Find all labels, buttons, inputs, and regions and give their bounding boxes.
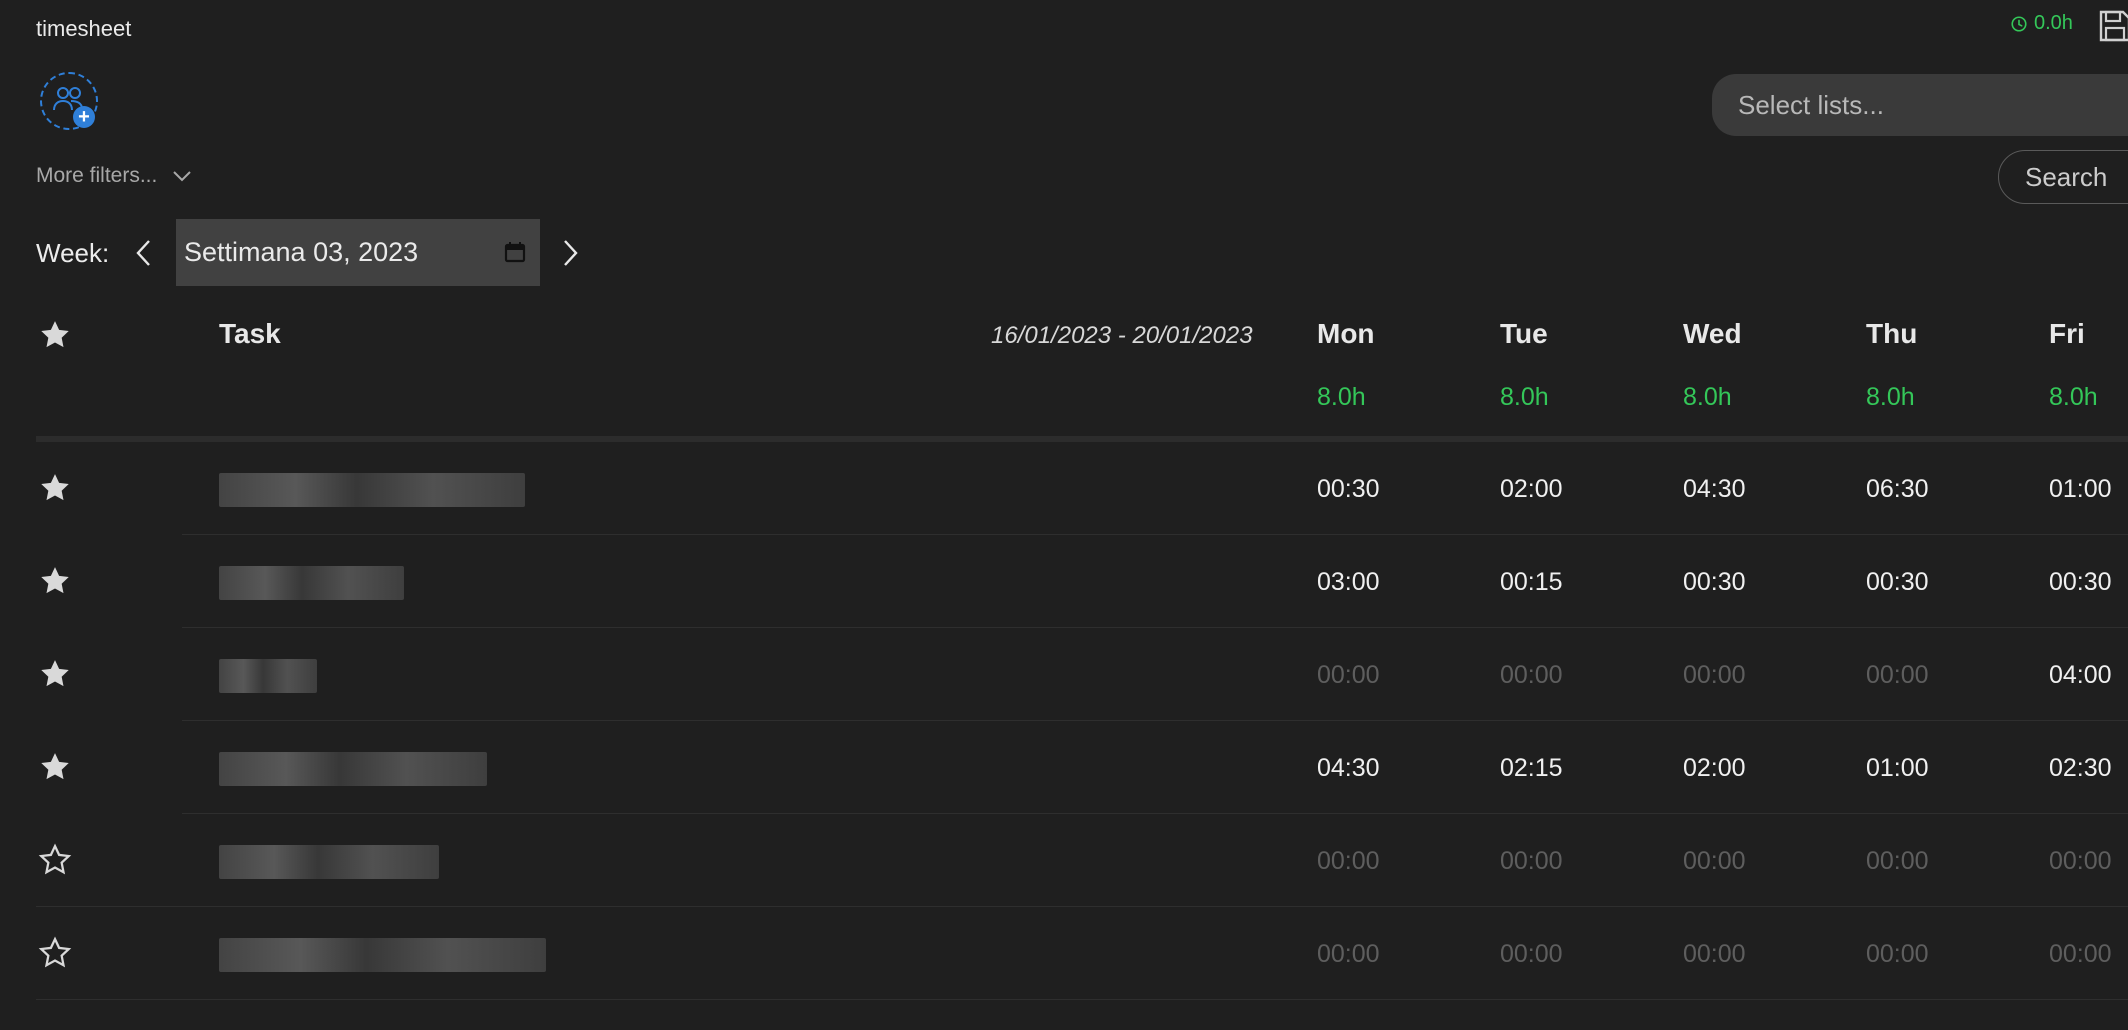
time-cell[interactable]: 00:00 — [2049, 847, 2112, 876]
day-hours-wed: 8.0h — [1683, 383, 1732, 411]
redacted-block — [219, 752, 487, 786]
time-cell[interactable]: 00:30 — [1866, 568, 1929, 597]
time-cell[interactable]: 00:00 — [1317, 940, 1380, 969]
task-name-redacted[interactable] — [219, 938, 546, 972]
day-hours-thu: 8.0h — [1866, 383, 1915, 411]
select-lists-dropdown[interactable] — [1712, 74, 2128, 136]
time-cell[interactable]: 02:30 — [2049, 754, 2112, 783]
day-header-mon: Mon — [1317, 318, 1375, 349]
week-picker-input[interactable]: Settimana 03, 2023 — [176, 219, 540, 286]
day-hours-tue: 8.0h — [1500, 383, 1549, 411]
week-label: Week: — [36, 238, 110, 268]
row-divider — [182, 627, 2128, 628]
time-cell[interactable]: 00:00 — [1866, 940, 1929, 969]
time-cell[interactable]: 00:00 — [2049, 940, 2112, 969]
task-name-redacted[interactable] — [219, 845, 439, 879]
more-filters-label: More filters... — [36, 164, 158, 187]
task-name-redacted[interactable] — [219, 752, 487, 786]
search-button[interactable]: Search — [1998, 150, 2128, 204]
save-icon[interactable] — [2098, 8, 2128, 44]
time-cell[interactable]: 00:30 — [2049, 568, 2112, 597]
week-picker-value: Settimana 03, 2023 — [184, 237, 419, 267]
more-filters-toggle[interactable]: More filters... — [36, 164, 192, 188]
timer-indicator[interactable]: 0.0h — [2010, 12, 2073, 35]
task-name-redacted[interactable] — [219, 473, 525, 507]
star-filled-icon[interactable] — [38, 471, 72, 505]
day-header-tue: Tue — [1500, 318, 1548, 349]
time-cell[interactable]: 04:00 — [2049, 661, 2112, 690]
time-cell[interactable]: 00:00 — [1500, 940, 1563, 969]
time-cell[interactable]: 00:00 — [1683, 940, 1746, 969]
row-divider — [182, 813, 2128, 814]
time-cell[interactable]: 00:00 — [1683, 661, 1746, 690]
time-cell[interactable]: 00:00 — [1317, 847, 1380, 876]
star-outline-icon[interactable] — [38, 936, 72, 970]
date-range: 16/01/2023 - 20/01/2023 — [991, 322, 1253, 349]
timer-value: 0.0h — [2034, 12, 2073, 34]
header-divider — [36, 436, 2128, 442]
day-header-wed: Wed — [1683, 318, 1742, 349]
plus-icon: + — [73, 106, 95, 128]
time-cell[interactable]: 04:30 — [1317, 754, 1380, 783]
star-filled-icon[interactable] — [38, 657, 72, 691]
star-outline-icon[interactable] — [38, 843, 72, 877]
redacted-block — [219, 473, 525, 507]
time-cell[interactable]: 02:00 — [1500, 475, 1563, 504]
time-cell[interactable]: 01:00 — [2049, 475, 2112, 504]
redacted-block — [219, 659, 317, 693]
row-divider — [36, 906, 2128, 907]
day-header-thu: Thu — [1866, 318, 1918, 349]
day-hours-mon: 8.0h — [1317, 383, 1366, 411]
task-column-header: Task — [219, 318, 281, 349]
time-cell[interactable]: 04:30 — [1683, 475, 1746, 504]
time-cell[interactable]: 02:15 — [1500, 754, 1563, 783]
time-cell[interactable]: 06:30 — [1866, 475, 1929, 504]
redacted-block — [219, 566, 404, 600]
chevron-down-icon — [173, 171, 192, 182]
app-title: timesheet — [36, 16, 132, 41]
redacted-block — [219, 938, 546, 972]
time-cell[interactable]: 00:00 — [1866, 661, 1929, 690]
task-name-redacted[interactable] — [219, 659, 317, 693]
row-divider — [182, 720, 2128, 721]
day-hours-fri: 8.0h — [2049, 383, 2098, 411]
time-cell[interactable]: 03:00 — [1317, 568, 1380, 597]
select-lists-input[interactable] — [1712, 74, 2128, 136]
time-cell[interactable]: 00:00 — [1866, 847, 1929, 876]
time-cell[interactable]: 00:30 — [1683, 568, 1746, 597]
star-filled-icon[interactable] — [38, 564, 72, 598]
time-cell[interactable]: 00:00 — [1683, 847, 1746, 876]
time-cell[interactable]: 02:00 — [1683, 754, 1746, 783]
time-cell[interactable]: 00:30 — [1317, 475, 1380, 504]
redacted-block — [219, 845, 439, 879]
calendar-icon[interactable] — [504, 241, 526, 263]
time-cell[interactable]: 00:15 — [1500, 568, 1563, 597]
time-cell[interactable]: 00:00 — [1500, 661, 1563, 690]
star-filled-icon[interactable] — [38, 750, 72, 784]
task-name-redacted[interactable] — [219, 566, 404, 600]
chevron-left-icon[interactable] — [132, 238, 156, 268]
time-cell[interactable]: 00:00 — [1317, 661, 1380, 690]
row-divider — [36, 999, 2128, 1000]
chevron-right-icon[interactable] — [558, 238, 582, 268]
time-cell[interactable]: 00:00 — [1500, 847, 1563, 876]
star-filter-icon[interactable] — [38, 318, 72, 352]
add-users-button[interactable]: + — [40, 72, 98, 130]
day-header-fri: Fri — [2049, 318, 2085, 349]
time-cell[interactable]: 01:00 — [1866, 754, 1929, 783]
row-divider — [182, 534, 2128, 535]
clock-icon — [2011, 15, 2027, 32]
